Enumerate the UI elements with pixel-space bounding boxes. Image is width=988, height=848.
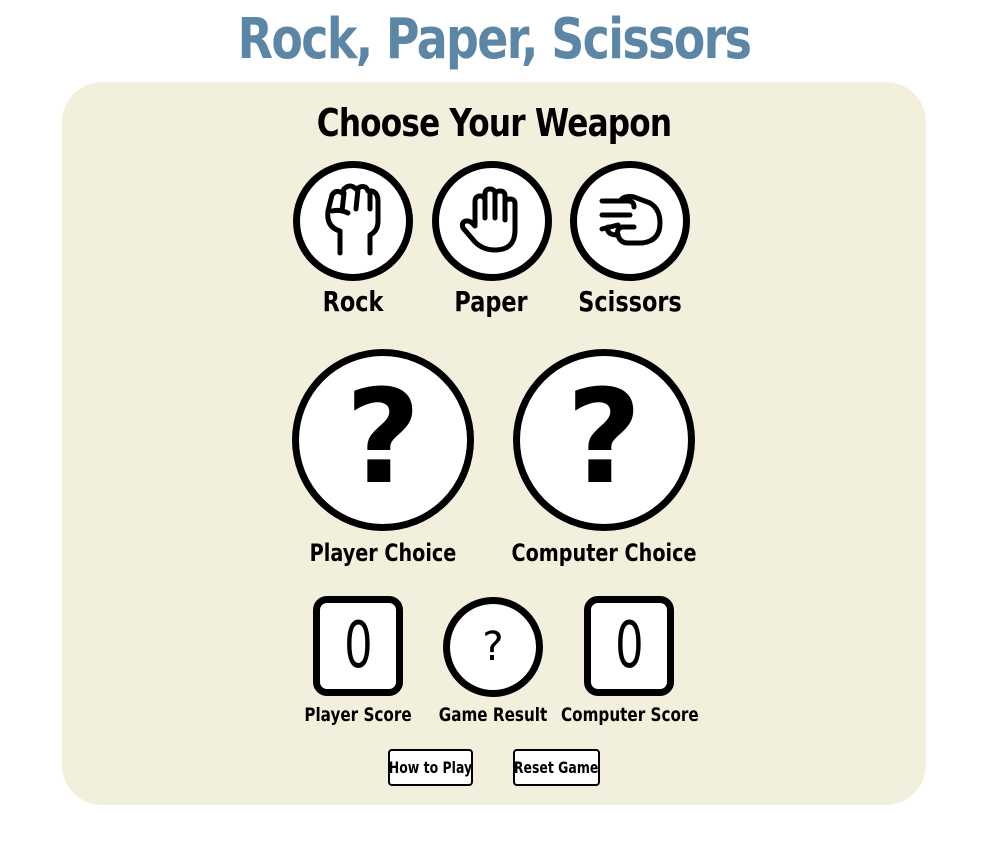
computer-score-label: Computer Score (561, 704, 699, 726)
computer-score-value: 0 (614, 609, 644, 683)
player-score-value: 0 (343, 609, 373, 683)
rock-button[interactable] (293, 161, 413, 281)
game-result-value: ? (482, 624, 504, 670)
rock-label: Rock (322, 285, 384, 318)
how-to-play-label: How to Play (388, 758, 473, 777)
computer-choice-display: ? (513, 349, 695, 531)
reset-game-label: Reset Game (514, 758, 599, 777)
player-score-box: 0 (313, 596, 403, 696)
computer-choice-label: Computer Choice (511, 539, 697, 567)
choose-weapon-heading: Choose Your Weapon (316, 101, 672, 145)
player-choice-display: ? (292, 349, 474, 531)
question-mark-icon: ? (566, 361, 642, 513)
computer-score-box: 0 (584, 596, 674, 696)
game-result-display: ? (443, 597, 543, 697)
scissors-hand-icon (599, 194, 663, 246)
scissors-label: Scissors (578, 285, 682, 318)
fist-icon (325, 183, 381, 256)
player-choice-label: Player Choice (309, 539, 457, 567)
how-to-play-button[interactable]: How to Play (388, 749, 473, 786)
reset-game-button[interactable]: Reset Game (513, 749, 600, 786)
game-result-label: Game Result (438, 704, 548, 726)
paper-button[interactable] (432, 161, 552, 281)
player-score-label: Player Score (304, 704, 412, 726)
scissors-button[interactable] (570, 161, 690, 281)
page-title: Rock, Paper, Scissors (237, 7, 752, 72)
question-mark-icon: ? (345, 361, 421, 513)
open-hand-icon (459, 186, 518, 253)
paper-label: Paper (454, 285, 528, 318)
